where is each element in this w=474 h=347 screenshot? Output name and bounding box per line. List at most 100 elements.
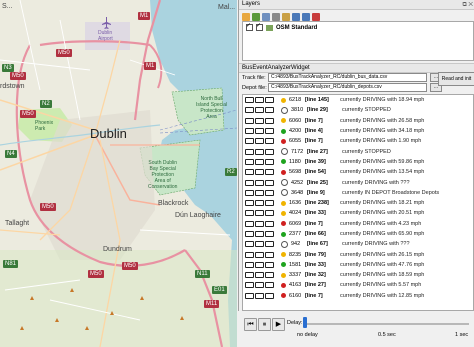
bus-row[interactable]: 6055 [line 7] currently DRIVING with 1.90 … (243, 136, 473, 146)
bus-line: [line 7] (305, 220, 323, 227)
road-shield: N11 (195, 270, 210, 278)
bus-row[interactable]: 1636 [line 238] currently DRIVING with 18.… (243, 198, 473, 208)
bus-row[interactable]: 6218 [line 145] currently DRIVING with 18.… (243, 95, 473, 105)
bus-row[interactable]: 6060 [line 7] currently DRIVING with 26.58… (243, 116, 473, 126)
bus-status: currently DRIVING with 18.94 mph (340, 97, 425, 104)
bus-status-dot (281, 210, 286, 216)
layers-tree[interactable]: OSM Standard (242, 21, 474, 61)
bus-status: currently DRIVING with 4.23 mph (340, 220, 422, 227)
bus-line: [line 7] (305, 292, 323, 299)
bus-row[interactable]: 942 [line 67] currently DRIVING with ??? (243, 239, 473, 249)
bus-row[interactable]: 8235 [line 79] currently DRIVING with 26.1… (243, 249, 473, 259)
bus-icon (245, 292, 275, 299)
road-shield: M50 (122, 262, 138, 270)
delay-label: Delay: (287, 320, 303, 326)
bus-status: currently DRIVING with 1.90 mph (340, 138, 422, 145)
bus-status-dot (281, 221, 286, 227)
read-and-init-button[interactable]: Read and init (438, 72, 474, 86)
bus-row[interactable]: 2377 [line 66] currently DRIVING with 65.9… (243, 229, 473, 239)
dock-controls[interactable]: ⧉ ✕ (462, 1, 473, 10)
delay-slider-handle[interactable] (303, 317, 307, 328)
bus-icon (245, 179, 275, 186)
layer-checkbox[interactable] (256, 22, 263, 31)
bus-line: [line 66] (305, 231, 326, 237)
layer-row-osm[interactable]: OSM Standard (243, 22, 473, 33)
delay-tick-half-sec: 0.5 sec (378, 332, 396, 338)
bus-row[interactable]: 1581 [line 33] currently DRIVING with 47.7… (243, 260, 473, 270)
bus-status-dot (281, 293, 286, 299)
filter-legend-icon[interactable] (272, 12, 280, 21)
bus-row[interactable]: 4024 [line 33] currently DRIVING with 20.5… (243, 208, 473, 218)
bus-status: currently DRIVING with ??? (342, 179, 410, 186)
bus-status-dot (281, 169, 286, 175)
track-file-input[interactable]: C:/4893/BusTrackAnalyzer_RC/dublin_bus_d… (268, 73, 427, 82)
bus-line: [line 33] (305, 261, 326, 268)
bus-row[interactable]: 3337 [line 32] currently DRIVING with 18.5… (243, 270, 473, 280)
open-layer-styling-icon[interactable] (242, 12, 250, 21)
depot-file-input[interactable]: C:/4893/BusTrackAnalyzer_RC/dublin_depot… (268, 83, 427, 92)
bus-row[interactable]: 3810 [line 29] currently STOPPED (243, 105, 473, 115)
bus-icon (245, 117, 275, 124)
bus-number: 1636 (289, 200, 302, 207)
collapse-all-icon[interactable] (302, 12, 310, 21)
bus-line: [line 79] (305, 251, 326, 258)
road-shield: E01 (212, 286, 227, 294)
bus-number: 7172 (291, 148, 304, 155)
bus-status: currently STOPPED (342, 148, 391, 155)
side-panel: Layers ⧉ ✕ OSM Standard BusEventAnalyzer… (238, 0, 474, 347)
bus-row[interactable]: 4163 [line 27] currently DRIVING with 5.57… (243, 280, 473, 290)
bus-status-dot (281, 179, 288, 187)
bus-status: currently STOPPED (342, 107, 391, 114)
map-label-dun-laoghaire: Dún Laoghaire (175, 212, 221, 219)
bus-status-dot (281, 272, 286, 278)
bus-icon (245, 158, 275, 165)
bus-row[interactable]: 3648 [line 9] currently IN DEPOT Broadston… (243, 188, 473, 198)
bus-status: currently DRIVING with 5.57 mph (340, 282, 422, 289)
raster-layer-icon (266, 24, 273, 31)
road-shield: N3 (2, 64, 14, 72)
road-shield: M1 (144, 62, 157, 70)
play-icon[interactable]: ▶ (272, 318, 285, 331)
bus-row[interactable]: 1180 [line 39] currently DRIVING with 59.8… (243, 157, 473, 167)
filter-expression-icon[interactable] (282, 12, 290, 21)
track-file-label: Track file: (242, 74, 266, 81)
remove-layer-icon[interactable] (312, 12, 320, 21)
map-label-dublin-airport: Dublin Airport (98, 30, 113, 42)
bus-status-dot (281, 240, 288, 248)
road-shield: M11 (204, 300, 220, 308)
bus-list[interactable]: 6218 [line 145] currently DRIVING with 18.… (242, 94, 474, 311)
expand-all-icon[interactable] (292, 12, 300, 21)
pause-icon[interactable]: ⏸ (258, 318, 271, 331)
road-shield: M50 (56, 49, 72, 57)
map-canvas[interactable]: Dublin Dublin Airport Phoenix Park Black… (0, 0, 237, 347)
bus-status: currently DRIVING with 18.59 mph (340, 272, 425, 279)
map-label-ardstown: rdstown (0, 83, 25, 90)
bus-row[interactable]: 7172 [line 27] currently STOPPED (243, 146, 473, 156)
bus-row[interactable]: 4252 [line 25] currently DRIVING with ??? (243, 177, 473, 187)
bus-line: [line 67] (307, 241, 328, 248)
step-back-button[interactable]: ⏮ (244, 318, 257, 331)
bus-line: [line 33] (305, 210, 326, 217)
bus-icon (245, 251, 275, 258)
road-shield: M1 (138, 12, 151, 20)
bus-status-dot (281, 159, 286, 165)
bus-icon (245, 138, 275, 145)
bus-status-dot (281, 262, 286, 268)
bus-row[interactable]: 6160 [line 7] currently DRIVING with 12.85… (243, 291, 473, 301)
bus-row[interactable]: 6069 [line 7] currently DRIVING with 4.23 … (243, 219, 473, 229)
bus-line: [line 54] (305, 169, 326, 176)
bus-status-dot (281, 231, 286, 237)
bus-number: 8235 (289, 251, 302, 258)
bus-status: currently DRIVING with 59.86 mph (340, 158, 425, 165)
layer-visibility-checkbox[interactable] (246, 22, 253, 31)
bus-icon (245, 107, 275, 114)
delay-slider-track[interactable] (304, 323, 469, 325)
bus-status: currently DRIVING with 18.21 mph (340, 200, 425, 207)
bus-number: 3337 (289, 272, 302, 279)
add-group-icon[interactable] (252, 12, 260, 21)
bus-row[interactable]: 4200 [line 4] currently DRIVING with 34.18… (243, 126, 473, 136)
bus-number: 6055 (289, 138, 302, 145)
bus-row[interactable]: 5698 [line 54] currently DRIVING with 13.5… (243, 167, 473, 177)
manage-map-themes-icon[interactable] (262, 12, 270, 21)
road-shield: M50 (20, 110, 36, 118)
